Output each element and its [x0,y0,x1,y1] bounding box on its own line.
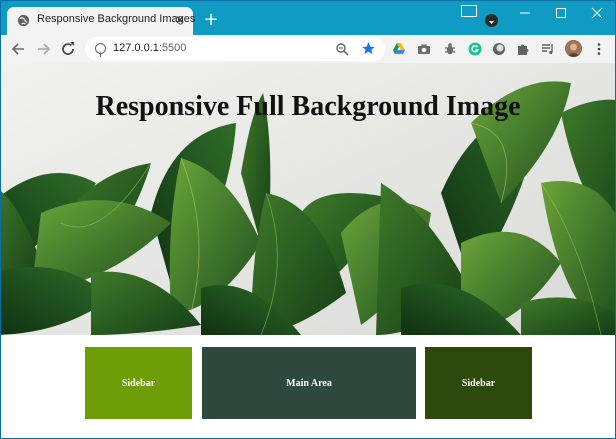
reload-icon[interactable] [58,39,78,59]
main-area-label: Main Area [286,377,332,389]
profile-avatar[interactable] [565,40,582,57]
right-sidebar-box: Sidebar [425,347,532,419]
puzzle-icon[interactable] [516,42,530,56]
back-arrow-icon[interactable] [9,39,29,59]
left-sidebar-label: Sidebar [121,377,156,389]
camera-icon[interactable] [417,42,431,56]
address-bar[interactable]: 127.0.0.1:5500 [85,37,385,61]
site-info-icon[interactable] [95,43,106,57]
media-controls-icon[interactable] [541,42,555,56]
browser-tab[interactable]: Responsive Background Images ✕ [7,7,196,35]
right-sidebar-label: Sidebar [461,377,496,389]
browser-window: Responsive Background Images ✕ + 127.0.0… [0,0,616,439]
close-window-button[interactable] [579,1,615,25]
main-area-box: Main Area [202,347,416,419]
circle-extension-icon[interactable] [492,42,506,56]
google-drive-icon[interactable] [392,42,406,56]
url-port: :5500 [158,42,187,54]
grammarly-icon[interactable] [468,42,482,56]
layout-boxes: Sidebar Main Area Sidebar [1,347,615,421]
left-sidebar-box: Sidebar [85,347,192,419]
menu-dots-icon[interactable] [592,42,606,56]
minimize-button[interactable] [507,1,543,25]
bookmark-star-icon[interactable] [361,41,376,56]
zoom-icon[interactable] [335,42,349,56]
hero-background: Responsive Full Background Image [1,63,615,335]
close-tab-icon[interactable]: ✕ [173,13,187,27]
maximize-button[interactable] [543,1,579,25]
forward-arrow-icon[interactable] [33,39,53,59]
cast-icon[interactable] [461,5,477,17]
tab-title: Responsive Background Images [37,13,196,25]
title-bar: Responsive Background Images ✕ + [1,1,615,35]
new-tab-button[interactable]: + [202,11,220,29]
globe-icon [17,14,30,27]
page-heading: Responsive Full Background Image [95,91,521,122]
url-text[interactable]: 127.0.0.1:5500 [113,42,186,54]
bug-icon[interactable] [443,42,457,56]
browser-toolbar: 127.0.0.1:5500 [1,35,615,64]
download-indicator-icon[interactable] [485,14,498,27]
url-host: 127.0.0.1 [113,42,159,54]
